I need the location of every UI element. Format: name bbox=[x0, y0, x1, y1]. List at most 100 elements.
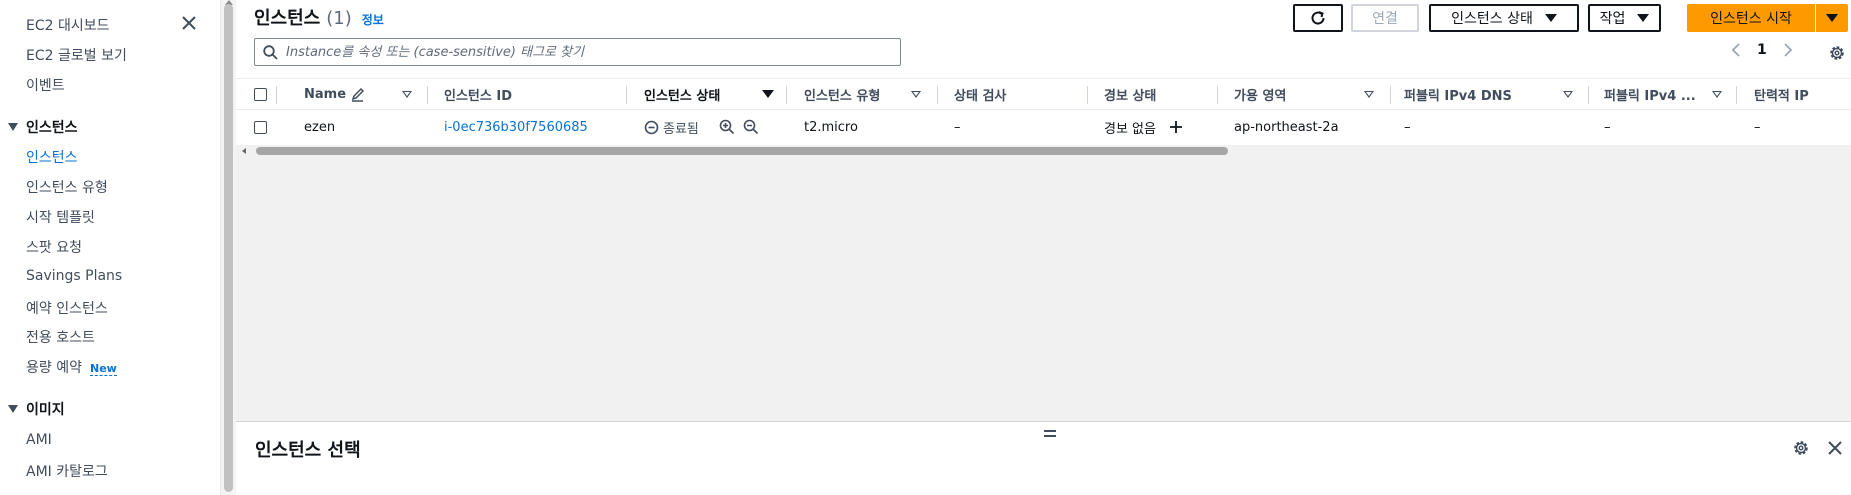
add-icon[interactable] bbox=[1168, 119, 1184, 135]
sidebar-item-reserved-instances[interactable]: 예약 인스턴스 bbox=[26, 298, 108, 318]
gear-icon[interactable] bbox=[1828, 44, 1846, 62]
chevron-right-icon[interactable] bbox=[1783, 42, 1793, 58]
column-divider bbox=[1217, 86, 1218, 104]
column-divider bbox=[427, 86, 428, 104]
cell-instance-id-link[interactable]: i-0ec736b30f7560685 bbox=[444, 112, 588, 142]
sidebar-item-launch-templates[interactable]: 시작 템플릿 bbox=[26, 207, 95, 227]
table-row[interactable]: ezen i-0ec736b30f7560685 종료됨 t2.micro – bbox=[236, 112, 1851, 142]
table-header: Name 인스턴스 ID 인스턴스 상태 인스턴스 유형 상태 검사 경보 상태… bbox=[236, 78, 1851, 110]
scroll-left-arrow-icon[interactable] bbox=[242, 148, 246, 154]
column-header-public-ipv4-address[interactable]: 퍼블릭 IPv4 ... bbox=[1604, 79, 1696, 109]
filter-icon[interactable] bbox=[1712, 79, 1722, 109]
caret-down-icon bbox=[8, 123, 18, 131]
sidebar-section-label: 이미지 bbox=[26, 402, 65, 418]
filter-icon[interactable] bbox=[1563, 79, 1573, 109]
connect-button[interactable]: 연결 bbox=[1351, 4, 1419, 32]
cell-name: ezen bbox=[304, 119, 336, 135]
column-divider bbox=[1588, 86, 1589, 104]
column-header-elastic-ip[interactable]: 탄력적 IP bbox=[1754, 79, 1809, 109]
sidebar-section-label: 인스턴스 bbox=[26, 120, 78, 136]
column-header-status-check[interactable]: 상태 검사 bbox=[954, 79, 1006, 109]
sidebar-item-spot-requests[interactable]: 스팟 요청 bbox=[26, 237, 82, 257]
caret-down-icon bbox=[1637, 14, 1650, 22]
column-header-instance-state[interactable]: 인스턴스 상태 bbox=[644, 79, 720, 109]
sidebar-item-label: 용량 예약 bbox=[26, 360, 82, 376]
gear-icon[interactable] bbox=[1792, 439, 1810, 457]
column-divider bbox=[1736, 86, 1737, 104]
stopped-status-icon bbox=[644, 120, 659, 134]
page-title: 인스턴스 bbox=[254, 8, 321, 29]
chevron-left-icon[interactable] bbox=[1731, 42, 1741, 58]
cell-instance-state: 종료됨 bbox=[644, 112, 759, 142]
select-all-checkbox[interactable] bbox=[254, 87, 267, 101]
row-checkbox[interactable] bbox=[254, 120, 267, 134]
search-icon bbox=[263, 44, 278, 60]
zoom-in-icon[interactable] bbox=[719, 119, 735, 135]
close-icon[interactable] bbox=[180, 14, 198, 32]
scrollbar-thumb[interactable] bbox=[256, 147, 1228, 155]
new-badge: New bbox=[89, 362, 117, 376]
sidebar-item-ami[interactable]: AMI bbox=[26, 432, 52, 448]
caret-down-icon bbox=[8, 405, 18, 413]
sidebar-item-instances[interactable]: 인스턴스 bbox=[26, 147, 78, 167]
caret-down-icon bbox=[1544, 14, 1557, 22]
info-link[interactable]: 정보 bbox=[362, 11, 384, 28]
refresh-button[interactable] bbox=[1293, 4, 1343, 32]
sidebar: EC2 대시보드 EC2 글로벌 보기 이벤트 인스턴스 인스턴스 인스턴스 유… bbox=[0, 0, 220, 495]
sidebar-item-dedicated-hosts[interactable]: 전용 호스트 bbox=[26, 327, 95, 347]
cell-availability-zone: ap-northeast-2a bbox=[1234, 119, 1339, 135]
main-content: 인스턴스 (1) 정보 연결 인스턴스 상태 작업 인스턴스 시작 Instan… bbox=[236, 0, 1851, 495]
column-divider bbox=[626, 86, 627, 104]
page-number[interactable]: 1 bbox=[1757, 42, 1767, 58]
sidebar-section-instances[interactable]: 인스턴스 bbox=[8, 117, 78, 137]
column-header-alarm-status[interactable]: 경보 상태 bbox=[1104, 79, 1156, 109]
resize-handle-icon[interactable] bbox=[1044, 430, 1056, 437]
sidebar-scrollbar[interactable] bbox=[220, 0, 236, 495]
sidebar-item-ec2-global-view[interactable]: EC2 글로벌 보기 bbox=[26, 45, 127, 65]
launch-instance-button[interactable]: 인스턴스 시작 bbox=[1687, 4, 1815, 32]
column-divider bbox=[1087, 86, 1088, 104]
search-box[interactable] bbox=[254, 38, 901, 66]
sidebar-item-capacity-reservations[interactable]: 용량 예약 New bbox=[26, 357, 117, 377]
column-header-instance-type[interactable]: 인스턴스 유형 bbox=[804, 79, 880, 109]
column-header-instance-id[interactable]: 인스턴스 ID bbox=[444, 79, 512, 109]
column-header-availability-zone[interactable]: 가용 영역 bbox=[1234, 79, 1286, 109]
close-icon[interactable] bbox=[1826, 439, 1844, 457]
sort-descending-icon[interactable] bbox=[762, 79, 774, 109]
column-header-public-ipv4-dns[interactable]: 퍼블릭 IPv4 DNS bbox=[1404, 79, 1512, 109]
cell-instance-type: t2.micro bbox=[804, 119, 858, 135]
actions-button[interactable]: 작업 bbox=[1588, 4, 1661, 32]
search-input[interactable] bbox=[286, 44, 886, 60]
alarm-label: 경보 없음 bbox=[1104, 121, 1156, 137]
filter-icon[interactable] bbox=[402, 79, 412, 109]
sidebar-item-ami-catalog[interactable]: AMI 카탈로그 bbox=[26, 461, 108, 481]
pagination: 1 bbox=[1731, 42, 1793, 58]
column-header-name[interactable]: Name bbox=[304, 79, 365, 109]
column-header-label: Name bbox=[304, 86, 347, 102]
filter-icon[interactable] bbox=[1364, 79, 1374, 109]
sidebar-item-events[interactable]: 이벤트 bbox=[26, 75, 65, 95]
scrollbar-thumb[interactable] bbox=[224, 4, 233, 492]
column-divider bbox=[1390, 86, 1391, 104]
launch-instance-dropdown[interactable] bbox=[1816, 4, 1848, 32]
cell-status-check: – bbox=[954, 119, 961, 135]
zoom-out-icon[interactable] bbox=[743, 119, 759, 135]
sidebar-item-savings-plans[interactable]: Savings Plans bbox=[26, 268, 122, 284]
instance-count: (1) bbox=[326, 8, 352, 29]
instance-state-label: 인스턴스 상태 bbox=[1451, 11, 1533, 27]
row-checkbox-cell bbox=[254, 112, 267, 142]
instance-state-button[interactable]: 인스턴스 상태 bbox=[1429, 4, 1579, 32]
pencil-icon bbox=[351, 87, 365, 102]
sidebar-section-images[interactable]: 이미지 bbox=[8, 399, 65, 419]
cell-elastic-ip: – bbox=[1754, 119, 1761, 135]
state-label: 종료됨 bbox=[663, 121, 699, 137]
sidebar-item-ec2-dashboard[interactable]: EC2 대시보드 bbox=[26, 15, 110, 35]
caret-down-icon bbox=[1826, 14, 1838, 22]
table-horizontal-scrollbar[interactable] bbox=[236, 145, 1851, 157]
page-header: 인스턴스 (1) 정보 bbox=[254, 4, 384, 30]
sidebar-item-instance-types[interactable]: 인스턴스 유형 bbox=[26, 177, 108, 197]
cell-public-ipv4-dns: – bbox=[1404, 119, 1411, 135]
column-divider bbox=[786, 86, 787, 104]
cell-alarm-status: 경보 없음 bbox=[1104, 112, 1184, 142]
filter-icon[interactable] bbox=[911, 79, 921, 109]
